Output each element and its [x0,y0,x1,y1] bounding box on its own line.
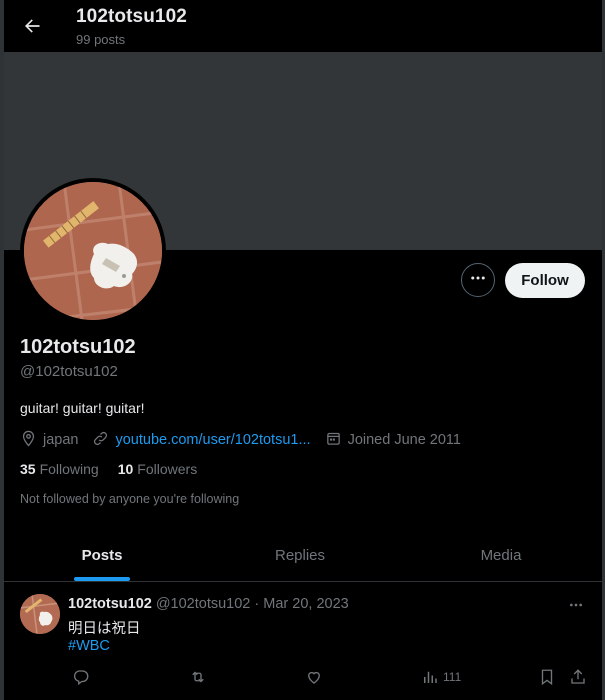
top-bar: 102totsu102 99 posts [4,0,602,52]
more-options-button[interactable] [461,263,495,297]
share-icon [569,668,587,686]
follow-stats: 35 Following 10 Followers [20,461,216,477]
location-text: japan [43,432,79,448]
profile-tabs: Posts Replies Media [4,530,602,582]
bookmark-icon [538,668,556,686]
tab-posts[interactable]: Posts [4,530,200,581]
views-count: 111 [443,670,462,684]
header-title: 102totsu102 [76,6,187,27]
more-icon [469,269,487,292]
followers-stat[interactable]: 10 Followers [118,461,197,477]
follow-button[interactable]: Follow [505,263,585,298]
profile-handle: @102totsu102 [20,363,118,380]
followers-label: Followers [137,461,198,477]
joined-item: Joined June 2011 [325,430,461,451]
post-more-icon[interactable] [566,596,586,614]
back-arrow-icon[interactable] [18,12,46,40]
tab-label: Replies [274,547,326,564]
bookmark-button[interactable] [538,668,556,686]
tab-replies[interactable]: Replies [200,530,400,581]
tab-media[interactable]: Media [400,530,602,581]
profile-page: 102totsu102 99 posts Follow 102totsu102 … [0,0,605,700]
profile-meta: japan youtube.com/user/102totsu1... Join… [20,430,475,450]
post-text: 明日は祝日 [68,621,141,637]
following-label: Following [39,461,99,477]
following-stat[interactable]: 35 Following [20,461,99,477]
views-button[interactable]: 111 [421,668,461,686]
following-count: 35 [20,461,36,477]
avatar[interactable] [20,178,166,324]
post-header: 102totsu102 @102totsu102 · Mar 20, 2023 [68,596,349,612]
profile-display-name: 102totsu102 [20,336,136,358]
reply-button[interactable] [72,668,90,686]
share-button[interactable] [569,668,587,686]
link-icon [92,430,115,451]
calendar-icon [325,430,348,451]
tab-label: Posts [81,547,123,564]
post-hashtag[interactable]: #WBC [68,638,110,654]
followers-count: 10 [117,461,134,477]
website-item[interactable]: youtube.com/user/102totsu1... [92,430,311,451]
like-button[interactable] [305,668,323,686]
location-icon [20,430,43,451]
like-icon [305,668,323,686]
profile-bio: guitar! guitar! guitar! [20,400,145,416]
website-link[interactable]: youtube.com/user/102totsu1... [115,432,310,448]
not-followed-note: Not followed by anyone you're following [20,492,240,506]
retweet-button[interactable] [189,668,207,686]
tab-label: Media [480,547,522,564]
location-item: japan [20,430,78,451]
post-count: 99 posts [76,32,126,47]
active-tab-indicator [74,577,130,581]
views-icon [421,668,439,686]
post-author-name[interactable]: 102totsu102 [68,596,152,612]
post-actions: 111 [4,668,602,690]
reply-icon [72,668,90,686]
joined-text: Joined June 2011 [347,432,461,448]
post-avatar[interactable] [20,594,60,634]
retweet-icon [189,668,207,686]
post-handle-date: @102totsu102 · Mar 20, 2023 [155,596,349,612]
post-item[interactable]: 102totsu102 @102totsu102 · Mar 20, 2023 明… [4,582,602,700]
